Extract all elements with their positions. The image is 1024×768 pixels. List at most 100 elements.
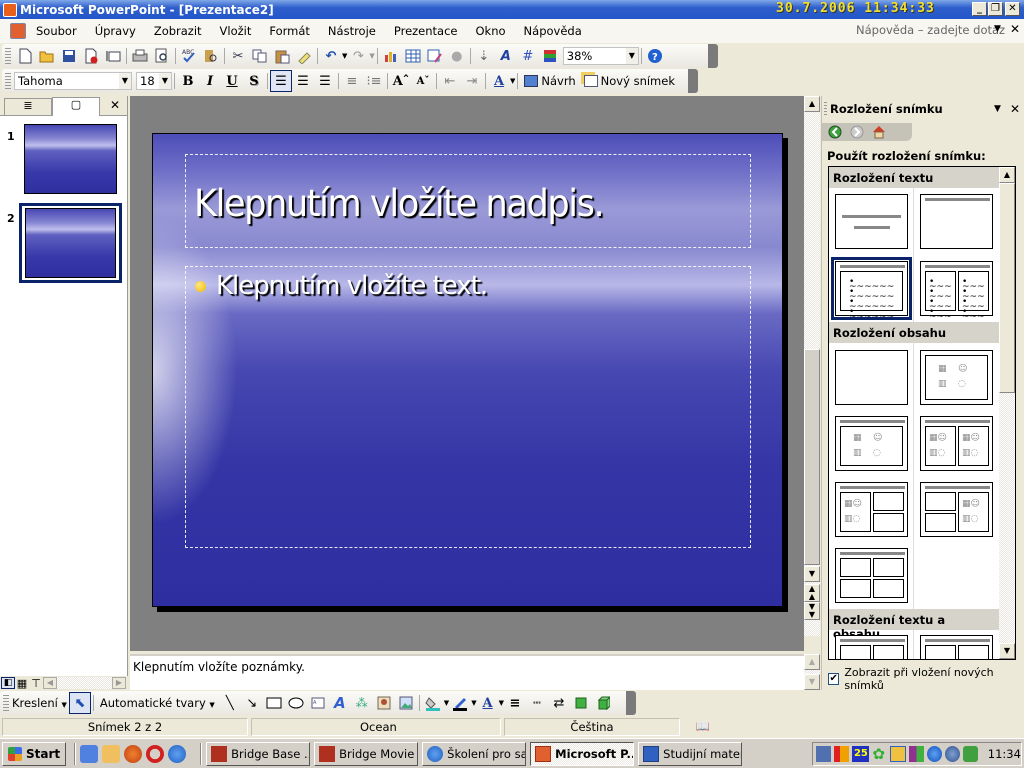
layout-title-text-content[interactable] <box>835 635 908 659</box>
notes-placeholder[interactable]: Klepnutím vložíte poznámky. <box>133 660 305 674</box>
layout-title-four-content[interactable] <box>835 548 908 603</box>
layout-title-and-text[interactable]: • ~~~~~~ • ~~~~~~ • ~~~~~~ • ~~~~~~ <box>831 257 912 322</box>
undo-icon[interactable]: ↶ <box>320 45 342 67</box>
expand-all-icon[interactable]: ⇣ <box>473 45 495 67</box>
bold-button[interactable]: B <box>177 70 199 92</box>
scroll-thumb[interactable] <box>804 349 820 565</box>
format-painter-icon[interactable] <box>293 45 315 67</box>
layout-title-two-content[interactable]: ▦☺ ▥◌ ▦☺ ▥◌ <box>920 416 993 471</box>
layout-title-two-content-one[interactable]: ▦☺ ▥◌ <box>920 482 993 537</box>
firefox-icon[interactable] <box>124 744 143 763</box>
badge-25-icon[interactable]: 25 <box>852 746 870 762</box>
font-color-dropdown-icon[interactable]: ▼ <box>510 77 515 85</box>
gallery-scroll-down[interactable]: ▼ <box>999 643 1015 659</box>
task-microsoft-powerpoint[interactable]: Microsoft P... <box>530 741 635 766</box>
align-right-button[interactable]: ☰ <box>314 70 336 92</box>
toolbar-grip[interactable] <box>5 73 11 89</box>
safely-remove-icon[interactable] <box>962 746 978 762</box>
clock-app-icon[interactable] <box>102 744 121 763</box>
gallery-scroll-thumb[interactable] <box>999 183 1015 393</box>
open-icon[interactable] <box>36 45 58 67</box>
menu-soubor[interactable]: Soubor <box>26 24 86 38</box>
layout-title-only[interactable] <box>920 194 993 249</box>
new-slide-button[interactable]: Nový snímek <box>583 74 675 88</box>
messenger-icon[interactable] <box>890 746 906 762</box>
close-button[interactable]: ✕ <box>1005 2 1020 16</box>
menu-prezentace[interactable]: Prezentace <box>385 24 467 38</box>
vertical-scrollbar[interactable]: ▲ ▼ ▲ ▲ ▼ ▼ <box>804 96 820 636</box>
gallery-scrollbar[interactable]: ▲ ▼ <box>999 167 1015 659</box>
task-pane-grip[interactable] <box>824 102 827 116</box>
color-grayscale-icon[interactable] <box>539 45 561 67</box>
slideshow-button[interactable]: ⊤ <box>29 677 43 690</box>
layout-title-content-text[interactable] <box>920 635 993 659</box>
grid-icon[interactable]: # <box>517 45 539 67</box>
font-select[interactable]: Tahoma ▼ <box>14 72 132 90</box>
research-icon[interactable] <box>200 45 222 67</box>
toolbar-options-button[interactable] <box>626 691 636 715</box>
slide[interactable]: Klepnutím vložíte nadpis. Klepnutím vlož… <box>152 133 783 607</box>
notes-scrollbar[interactable]: ▲ ▼ <box>804 654 820 690</box>
menu-format[interactable]: Formát <box>260 24 319 38</box>
draw-menu-button[interactable]: Kreslení ▼ <box>12 696 67 710</box>
antivirus-icon[interactable] <box>944 746 960 762</box>
font-dropdown-icon[interactable]: ▼ <box>119 73 131 89</box>
clipart-icon[interactable] <box>373 692 395 714</box>
show-formatting-icon[interactable]: A <box>495 45 517 67</box>
slide-sorter-view-button[interactable]: ▦ <box>15 677 29 690</box>
bullets-button[interactable]: ⁝≡ <box>363 70 385 92</box>
show-desktop-icon[interactable] <box>80 744 99 763</box>
zoom-select[interactable]: 38% ▼ <box>562 47 639 65</box>
layout-title-content-two[interactable]: ▦☺ ▥◌ <box>835 482 908 537</box>
align-center-button[interactable]: ☰ <box>292 70 314 92</box>
layout-blank[interactable] <box>835 350 908 405</box>
line-color-icon[interactable] <box>449 692 471 714</box>
underline-button[interactable]: U <box>221 70 243 92</box>
arrow-icon[interactable]: ↘ <box>241 692 263 714</box>
task-bridge-base[interactable]: Bridge Base ... <box>206 741 311 766</box>
shadow-button[interactable]: S <box>243 70 265 92</box>
slides-tab[interactable]: ▢ <box>52 97 100 116</box>
slide-title-text[interactable]: Klepnutím vložíte nadpis. <box>194 182 605 225</box>
3d-style-icon[interactable] <box>592 692 614 714</box>
outline-tab[interactable]: ≣ <box>4 98 52 115</box>
fill-color-icon[interactable] <box>422 692 444 714</box>
scroll-up-button[interactable]: ▲ <box>804 96 820 112</box>
task-pane-close-icon[interactable]: ✕ <box>1010 102 1020 116</box>
line-style-icon[interactable]: ≡ <box>504 692 526 714</box>
dash-style-icon[interactable]: ┅ <box>526 692 548 714</box>
gallery-scroll-up[interactable]: ▲ <box>999 167 1015 183</box>
internet-explorer-icon[interactable] <box>168 744 187 763</box>
toolbar-options-button[interactable] <box>708 44 718 68</box>
toolbar-grip[interactable] <box>3 695 9 711</box>
task-bridge-movie[interactable]: Bridge Movie <box>314 741 419 766</box>
picture-icon[interactable] <box>395 692 417 714</box>
decrease-indent-button[interactable]: ⇤ <box>439 70 461 92</box>
restore-button[interactable]: ❐ <box>988 2 1003 16</box>
close-pane-icon[interactable]: ✕ <box>110 98 120 112</box>
help-dropdown-icon[interactable]: ▼ <box>994 24 1001 34</box>
rectangle-icon[interactable] <box>263 692 285 714</box>
insert-chart-icon[interactable] <box>380 45 402 67</box>
powerpoint-app-icon[interactable] <box>3 2 17 17</box>
autoshapes-menu-button[interactable]: Automatické tvary ▼ <box>100 696 215 710</box>
italic-button[interactable]: I <box>199 70 221 92</box>
slide-thumbnail-1[interactable] <box>24 124 117 194</box>
increase-font-button[interactable]: Aˆ <box>390 70 412 92</box>
spelling-status-icon[interactable]: 📖 <box>683 718 723 736</box>
align-left-button[interactable]: ☰ <box>270 70 292 92</box>
scroll-down-button[interactable]: ▼ <box>804 566 820 582</box>
opera-icon[interactable] <box>146 744 165 763</box>
minimize-button[interactable]: _ <box>972 2 987 16</box>
info-icon[interactable] <box>926 746 942 762</box>
network-icon[interactable] <box>816 746 832 762</box>
slide-thumbnail-2[interactable] <box>25 208 116 278</box>
slide-thumbnail-2-selection[interactable] <box>19 203 122 283</box>
design-button[interactable]: Návrh <box>524 74 576 88</box>
email-icon[interactable] <box>102 45 124 67</box>
back-icon[interactable] <box>826 124 844 140</box>
oval-icon[interactable] <box>285 692 307 714</box>
layout-title-two-columns[interactable]: • ~~~ • ~~~ • ~~~ • ~~~ • ~~~ • ~~~ • ~~~ • ~~… <box>920 261 993 322</box>
permission-icon[interactable] <box>80 45 102 67</box>
decrease-font-button[interactable]: Aˇ <box>412 70 434 92</box>
